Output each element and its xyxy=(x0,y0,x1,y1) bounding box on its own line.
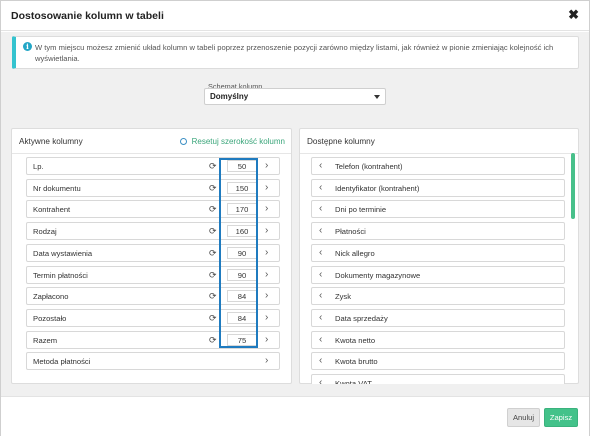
chevron-left-icon[interactable]: ‹ xyxy=(319,333,322,347)
available-column-label: Płatności xyxy=(335,227,366,237)
save-button[interactable]: Zapisz xyxy=(544,408,578,427)
chevron-left-icon[interactable]: ‹ xyxy=(319,181,322,195)
dialog-footer: Anuluj Zapisz xyxy=(1,396,589,436)
available-column-row[interactable]: ‹ Kwota brutto xyxy=(311,352,565,371)
available-column-label: Identyfikator (kontrahent) xyxy=(335,183,420,193)
column-settings-dialog: Dostosowanie kolumn w tabeli ✖ i W tym m… xyxy=(0,0,590,436)
available-column-label: Dokumenty magazynowe xyxy=(335,270,421,280)
available-column-row[interactable]: ‹ Nick allegro xyxy=(311,243,565,262)
chevron-left-icon[interactable]: ‹ xyxy=(319,246,322,260)
chevron-left-icon[interactable]: ‹ xyxy=(319,202,322,216)
available-column-row[interactable]: ‹ Kwota VAT xyxy=(311,374,565,384)
chevron-left-icon[interactable]: ‹ xyxy=(319,289,322,303)
available-column-label: Kwota netto xyxy=(335,335,376,345)
chevron-left-icon[interactable]: ‹ xyxy=(319,354,322,368)
chevron-left-icon[interactable]: ‹ xyxy=(319,268,322,282)
chevron-left-icon[interactable]: ‹ xyxy=(319,159,322,173)
available-column-row[interactable]: ‹ Dni po terminie xyxy=(311,200,565,219)
available-column-row[interactable]: ‹ Zysk xyxy=(311,287,565,306)
cancel-button[interactable]: Anuluj xyxy=(507,408,540,427)
available-column-label: Nick allegro xyxy=(335,248,375,258)
available-column-label: Zysk xyxy=(335,292,352,302)
available-column-row[interactable]: ‹ Dokumenty magazynowe xyxy=(311,265,565,284)
available-column-label: Kwota brutto xyxy=(335,357,378,367)
available-columns-list: ‹ Telefon (kontrahent) ‹ Identyfikator (kon… xyxy=(1,1,590,384)
chevron-left-icon[interactable]: ‹ xyxy=(319,224,322,238)
available-column-row[interactable]: ‹ Identyfikator (kontrahent) xyxy=(311,178,565,197)
available-column-label: Data sprzedaży xyxy=(335,313,388,323)
available-column-row[interactable]: ‹ Telefon (kontrahent) xyxy=(311,157,565,175)
chevron-left-icon[interactable]: ‹ xyxy=(319,376,322,384)
available-column-label: Dni po terminie xyxy=(335,205,387,215)
available-column-row[interactable]: ‹ Data sprzedaży xyxy=(311,308,565,327)
available-column-label: Telefon (kontrahent) xyxy=(335,162,403,171)
chevron-left-icon[interactable]: ‹ xyxy=(319,311,322,325)
available-list-scrollbar[interactable] xyxy=(571,153,575,219)
available-column-row[interactable]: ‹ Płatności xyxy=(311,222,565,241)
available-column-row[interactable]: ‹ Kwota netto xyxy=(311,330,565,349)
available-column-label: Kwota VAT xyxy=(335,379,372,384)
